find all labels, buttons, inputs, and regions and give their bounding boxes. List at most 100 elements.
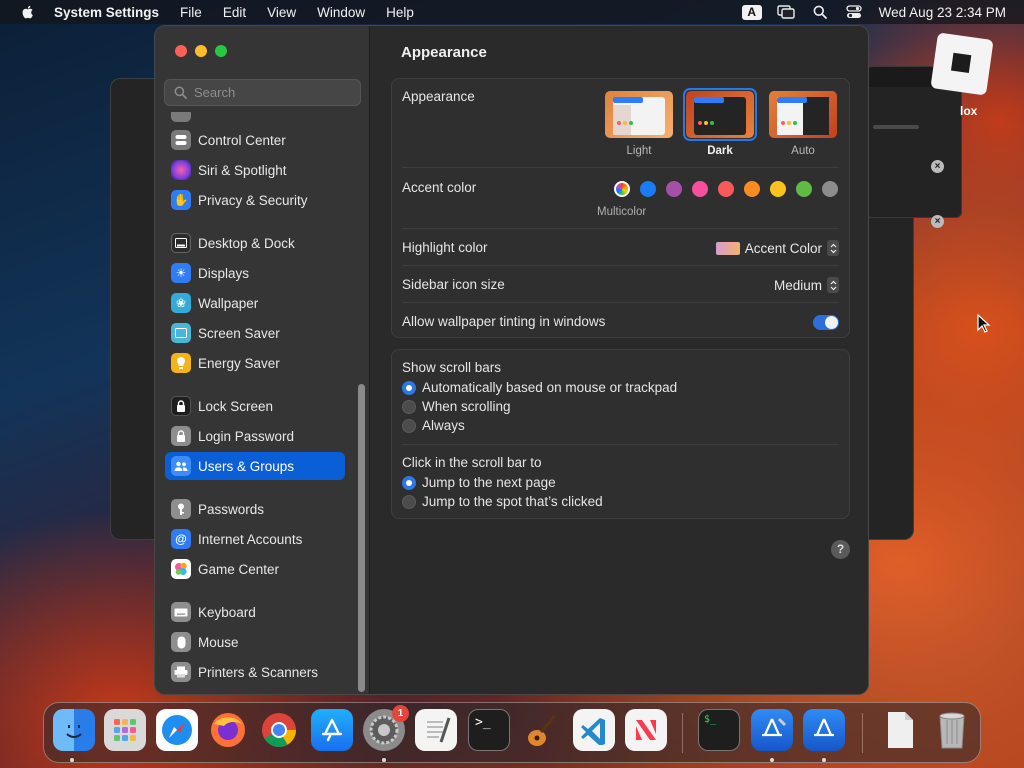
sidebar-item-mouse[interactable]: Mouse xyxy=(165,628,345,656)
accent-purple-swatch[interactable] xyxy=(666,181,682,197)
news-icon[interactable] xyxy=(625,709,667,751)
jump-next-page-radio[interactable]: Jump to the next page xyxy=(402,475,556,490)
menubar-clock[interactable]: Wed Aug 23 2:34 PM xyxy=(879,5,1006,20)
input-source-icon[interactable]: A xyxy=(741,3,763,21)
apple-menu-icon[interactable] xyxy=(20,4,36,20)
accent-blue-swatch[interactable] xyxy=(640,181,656,197)
xcode-icon[interactable] xyxy=(751,709,793,751)
hand-icon: ✋ xyxy=(171,190,191,210)
divider xyxy=(402,302,839,303)
sidebar-item-control-center[interactable]: Control Center xyxy=(165,126,345,154)
sidebar-icon-size-label: Sidebar icon size xyxy=(402,277,505,292)
screen-mirroring-icon[interactable] xyxy=(775,3,797,21)
close-icon[interactable]: × xyxy=(931,160,944,173)
close-icon[interactable]: × xyxy=(931,215,944,228)
finder-icon[interactable] xyxy=(53,709,95,751)
app-menu[interactable]: System Settings xyxy=(54,5,159,20)
search-input[interactable] xyxy=(194,85,354,100)
radio-button[interactable] xyxy=(402,380,416,395)
sidebar-scrollbar[interactable] xyxy=(358,384,365,692)
menu-bar: System Settings File Edit View Window He… xyxy=(0,0,1024,24)
sidebar-item-displays[interactable]: ☀ Displays xyxy=(165,259,345,287)
instruments-icon[interactable] xyxy=(803,709,845,751)
control-center-menubar-icon[interactable] xyxy=(843,3,865,21)
scroll-auto-radio[interactable]: Automatically based on mouse or trackpad xyxy=(402,380,677,395)
search-field[interactable] xyxy=(164,79,361,106)
radio-button[interactable] xyxy=(402,399,416,414)
radio-button[interactable] xyxy=(402,494,416,509)
background-panel-slider[interactable] xyxy=(873,125,919,129)
minimize-window-button[interactable] xyxy=(195,45,207,57)
sidebar-item-login-password[interactable]: Login Password xyxy=(165,422,345,450)
system-settings-window: Control Center Siri & Spotlight ✋ Privac… xyxy=(154,25,869,695)
firefox-icon[interactable] xyxy=(207,709,249,751)
menu-file[interactable]: File xyxy=(180,5,202,20)
appearance-light-option[interactable] xyxy=(605,91,673,138)
sidebar-item-energy-saver[interactable]: Energy Saver xyxy=(165,349,345,377)
sidebar-item-passwords[interactable]: Passwords xyxy=(165,495,345,523)
sidebar-item-partial[interactable] xyxy=(165,112,345,126)
accent-yellow-swatch[interactable] xyxy=(770,181,786,197)
keyboard-icon xyxy=(171,602,191,622)
sidebar-item-wallpaper[interactable]: ❀ Wallpaper xyxy=(165,289,345,317)
divider xyxy=(402,265,839,266)
accent-green-swatch[interactable] xyxy=(796,181,812,197)
chrome-icon[interactable] xyxy=(258,709,300,751)
radio-button[interactable] xyxy=(402,475,416,490)
sidebar-item-privacy-security[interactable]: ✋ Privacy & Security xyxy=(165,186,345,214)
sidebar-icon-size-popup[interactable]: Medium xyxy=(774,277,839,293)
close-window-button[interactable] xyxy=(175,45,187,57)
sidebar-item-label: Mouse xyxy=(198,634,239,650)
accent-multicolor-swatch[interactable] xyxy=(614,181,630,197)
sidebar-item-desktop-dock[interactable]: Desktop & Dock xyxy=(165,229,345,257)
sidebar-item-screen-saver[interactable]: Screen Saver xyxy=(165,319,345,347)
sidebar-item-game-center[interactable]: Game Center xyxy=(165,555,345,583)
padlock-icon xyxy=(171,426,191,446)
appearance-auto-option[interactable] xyxy=(769,91,837,138)
radio-label: Always xyxy=(422,418,465,433)
menu-edit[interactable]: Edit xyxy=(223,5,246,20)
radio-button[interactable] xyxy=(402,418,416,433)
textedit-icon[interactable] xyxy=(415,709,457,751)
sidebar-item-lock-screen[interactable]: Lock Screen xyxy=(165,392,345,420)
help-button[interactable]: ? xyxy=(831,540,850,559)
appearance-dark-option[interactable] xyxy=(686,91,754,138)
menu-help[interactable]: Help xyxy=(386,5,414,20)
zoom-window-button[interactable] xyxy=(215,45,227,57)
accent-red-swatch[interactable] xyxy=(718,181,734,197)
system-settings-icon[interactable]: 1 xyxy=(363,705,409,751)
sidebar-item-users-groups[interactable]: Users & Groups xyxy=(165,452,345,480)
terminal-icon[interactable]: >_ xyxy=(468,709,510,751)
highlight-swatch xyxy=(715,241,740,255)
launchpad-icon[interactable] xyxy=(104,709,146,751)
accent-graphite-swatch[interactable] xyxy=(822,181,838,197)
menu-window[interactable]: Window xyxy=(317,5,365,20)
sidebar-item-keyboard[interactable]: Keyboard xyxy=(165,598,345,626)
wallpaper-tinting-toggle[interactable] xyxy=(813,315,839,330)
safari-icon[interactable] xyxy=(156,709,198,751)
sidebar-item-internet-accounts[interactable]: @ Internet Accounts xyxy=(165,525,345,553)
terminal-icon-2[interactable]: $_ xyxy=(698,709,740,751)
trash-icon[interactable] xyxy=(931,709,973,751)
garageband-icon[interactable] xyxy=(520,709,562,751)
jump-to-spot-radio[interactable]: Jump to the spot that’s clicked xyxy=(402,494,603,509)
scroll-always-radio[interactable]: Always xyxy=(402,418,465,433)
sidebar-item-printers-scanners[interactable]: Printers & Scanners xyxy=(165,658,345,686)
spotlight-search-icon[interactable] xyxy=(809,3,831,21)
siri-icon xyxy=(171,160,191,180)
game-center-icon xyxy=(171,559,191,579)
scroll-when-scrolling-radio[interactable]: When scrolling xyxy=(402,399,511,414)
running-indicator xyxy=(770,758,774,762)
sidebar-list[interactable]: Control Center Siri & Spotlight ✋ Privac… xyxy=(155,112,362,694)
highlight-color-popup[interactable]: Accent Color xyxy=(715,240,839,256)
document-icon[interactable] xyxy=(879,709,921,751)
sidebar-item-siri-spotlight[interactable]: Siri & Spotlight xyxy=(165,156,345,184)
vscode-icon[interactable] xyxy=(573,709,615,751)
sidebar-item-label: Wallpaper xyxy=(198,295,259,311)
accent-orange-swatch[interactable] xyxy=(744,181,760,197)
desktop-file-label[interactable]: lox xyxy=(960,104,977,118)
desktop-file-icon[interactable] xyxy=(930,32,994,96)
app-store-icon[interactable] xyxy=(311,709,353,751)
menu-view[interactable]: View xyxy=(267,5,296,20)
accent-pink-swatch[interactable] xyxy=(692,181,708,197)
